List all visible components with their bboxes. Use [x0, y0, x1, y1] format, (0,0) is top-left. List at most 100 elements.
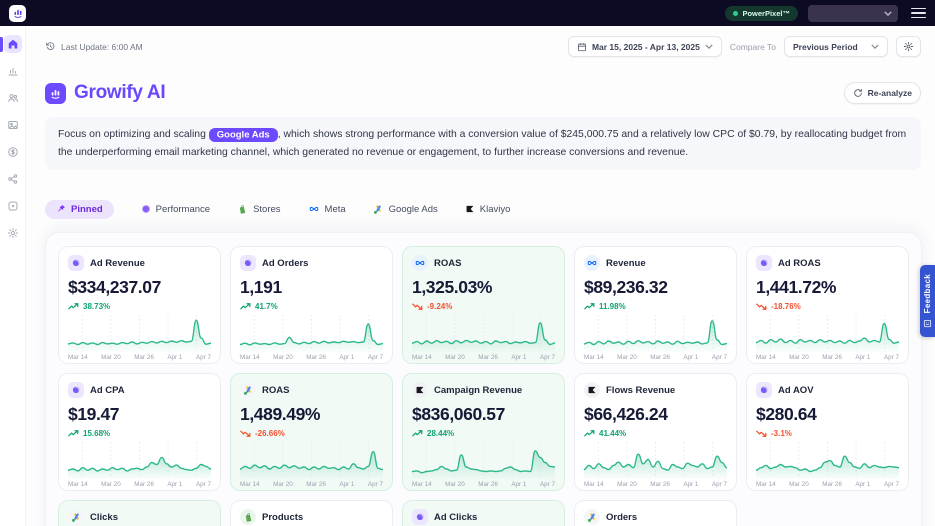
x-tick-label: Mar 26	[306, 481, 326, 488]
tab-performance[interactable]: Performance	[141, 200, 210, 219]
card-header: Ad Revenue	[68, 255, 211, 271]
account-dropdown[interactable]	[808, 5, 898, 22]
last-update-label: Last Update: 6:00 AM	[61, 42, 143, 52]
meta-icon	[308, 203, 320, 215]
delta-value: -26.66%	[255, 429, 285, 438]
date-range-picker[interactable]: Mar 15, 2025 - Apr 13, 2025	[568, 36, 722, 57]
metric-label: Clicks	[90, 512, 118, 523]
chart-x-labels: Mar 14Mar 20Mar 26Apr 1Apr 7	[412, 354, 555, 361]
growify-logo-icon	[9, 5, 26, 22]
tab-label: Pinned	[71, 204, 103, 215]
card-header: Campaign Revenue	[412, 382, 555, 398]
sidebar-item-users[interactable]	[4, 89, 22, 107]
powerpixel-badge[interactable]: PowerPixel™	[725, 6, 798, 21]
history-icon	[45, 41, 56, 52]
metric-value: $66,426.24	[584, 404, 727, 425]
metric-card-clicks[interactable]: Clicks	[58, 500, 221, 526]
trend-down-icon	[756, 303, 767, 310]
re-analyze-button[interactable]: Re-analyze	[844, 82, 921, 104]
tab-pinned[interactable]: Pinned	[45, 200, 114, 219]
metric-card-ad-orders[interactable]: Ad Orders1,19141.7%Mar 14Mar 20Mar 26Apr…	[230, 246, 393, 364]
shopify-icon	[240, 509, 256, 525]
share-icon	[7, 173, 19, 185]
card-header: ROAS	[240, 382, 383, 398]
menu-icon[interactable]	[911, 8, 926, 19]
metric-delta: -18.76%	[756, 302, 899, 311]
ads-icon	[240, 255, 256, 271]
feedback-label: Feedback	[923, 274, 932, 313]
metric-card-roas[interactable]: ROAS1,489.49%-26.66%Mar 14Mar 20Mar 26Ap…	[230, 373, 393, 491]
trend-up-icon	[68, 303, 79, 310]
metric-card-ad-clicks[interactable]: Ad Clicks	[402, 500, 565, 526]
metrics-panel: Ad Revenue$334,237.0738.73%Mar 14Mar 20M…	[45, 232, 922, 526]
x-tick-label: Mar 26	[478, 354, 498, 361]
card-header: Ad ROAS	[756, 255, 899, 271]
google-ads-icon	[584, 509, 600, 525]
feedback-smiley-icon	[923, 319, 932, 328]
metric-label: ROAS	[434, 258, 461, 269]
tab-label: Klaviyo	[480, 204, 511, 215]
card-header: Clicks	[68, 509, 211, 525]
delta-value: 11.98%	[599, 302, 626, 311]
sidebar-item-home[interactable]	[4, 35, 22, 53]
x-tick-label: Mar 20	[617, 354, 637, 361]
delta-value: 15.68%	[83, 429, 110, 438]
dashboard-settings-button[interactable]	[896, 36, 921, 57]
page-header: Last Update: 6:00 AM Mar 15, 2025 - Apr …	[26, 26, 935, 57]
sidebar-item-settings[interactable]	[4, 224, 22, 242]
x-tick-label: Mar 14	[584, 354, 604, 361]
metric-card-ad-revenue[interactable]: Ad Revenue$334,237.0738.73%Mar 14Mar 20M…	[58, 246, 221, 364]
ads-icon	[756, 255, 772, 271]
metric-delta: -9.24%	[412, 302, 555, 311]
metric-label: Ad AOV	[778, 385, 814, 396]
trend-down-icon	[240, 430, 251, 437]
sparkline-chart	[584, 314, 727, 352]
metric-card-ad-cpa[interactable]: Ad CPA$19.4715.68%Mar 14Mar 20Mar 26Apr …	[58, 373, 221, 491]
sidebar-item-integrations[interactable]	[4, 197, 22, 215]
x-tick-label: Mar 26	[134, 481, 154, 488]
x-tick-label: Mar 14	[68, 354, 88, 361]
ads-icon	[412, 509, 428, 525]
metric-card-products[interactable]: Products	[230, 500, 393, 526]
compare-period-select[interactable]: Previous Period	[784, 36, 888, 57]
sparkline-chart	[756, 314, 899, 352]
metric-card-flows-revenue[interactable]: Flows Revenue$66,426.2441.44%Mar 14Mar 2…	[574, 373, 737, 491]
active-nav-indicator	[0, 37, 3, 52]
tab-klaviyo[interactable]: Klaviyo	[465, 200, 511, 219]
sidebar-item-analytics[interactable]	[4, 62, 22, 80]
metric-card-ad-roas[interactable]: Ad ROAS1,441.72%-18.76%Mar 14Mar 20Mar 2…	[746, 246, 909, 364]
metric-card-ad-aov[interactable]: Ad AOV$280.64-3.1%Mar 14Mar 20Mar 26Apr …	[746, 373, 909, 491]
x-tick-label: Apr 7	[540, 354, 555, 361]
shopify-icon	[237, 204, 248, 215]
growify-ai-icon	[45, 83, 66, 104]
trend-up-icon	[240, 303, 251, 310]
metric-card-campaign-revenue[interactable]: Campaign Revenue$836,060.5728.44%Mar 14M…	[402, 373, 565, 491]
metric-card-revenue[interactable]: Revenue$89,236.3211.98%Mar 14Mar 20Mar 2…	[574, 246, 737, 364]
chart-x-labels: Mar 14Mar 20Mar 26Apr 1Apr 7	[584, 354, 727, 361]
compare-to-label: Compare To	[730, 42, 776, 52]
tab-google-ads[interactable]: Google Ads	[373, 200, 438, 219]
metric-value: $19.47	[68, 404, 211, 425]
x-tick-label: Apr 1	[339, 481, 354, 488]
sidebar-item-share[interactable]	[4, 170, 22, 188]
tab-meta[interactable]: Meta	[308, 199, 346, 219]
klaviyo-icon	[584, 382, 600, 398]
tab-stores[interactable]: Stores	[237, 200, 280, 219]
x-tick-label: Apr 7	[368, 354, 383, 361]
sparkline-chart	[412, 441, 555, 479]
trend-up-icon	[584, 303, 595, 310]
delta-value: -18.76%	[771, 302, 801, 311]
metric-delta: 15.68%	[68, 429, 211, 438]
sidebar-item-media[interactable]	[4, 116, 22, 134]
chart-x-labels: Mar 14Mar 20Mar 26Apr 1Apr 7	[240, 481, 383, 488]
x-tick-label: Apr 1	[339, 354, 354, 361]
metric-value: 1,325.03%	[412, 277, 555, 298]
trend-up-icon	[68, 430, 79, 437]
metric-card-orders[interactable]: Orders	[574, 500, 737, 526]
feedback-button[interactable]: Feedback	[920, 265, 935, 337]
sidebar-item-coin[interactable]	[4, 143, 22, 161]
x-tick-label: Apr 1	[683, 354, 698, 361]
brand-badge-label: PowerPixel™	[742, 9, 790, 18]
metric-value: 1,489.49%	[240, 404, 383, 425]
metric-card-roas[interactable]: ROAS 1,325.03% -9.24% Mar 14Mar 20Mar 26Apr…	[402, 246, 565, 364]
